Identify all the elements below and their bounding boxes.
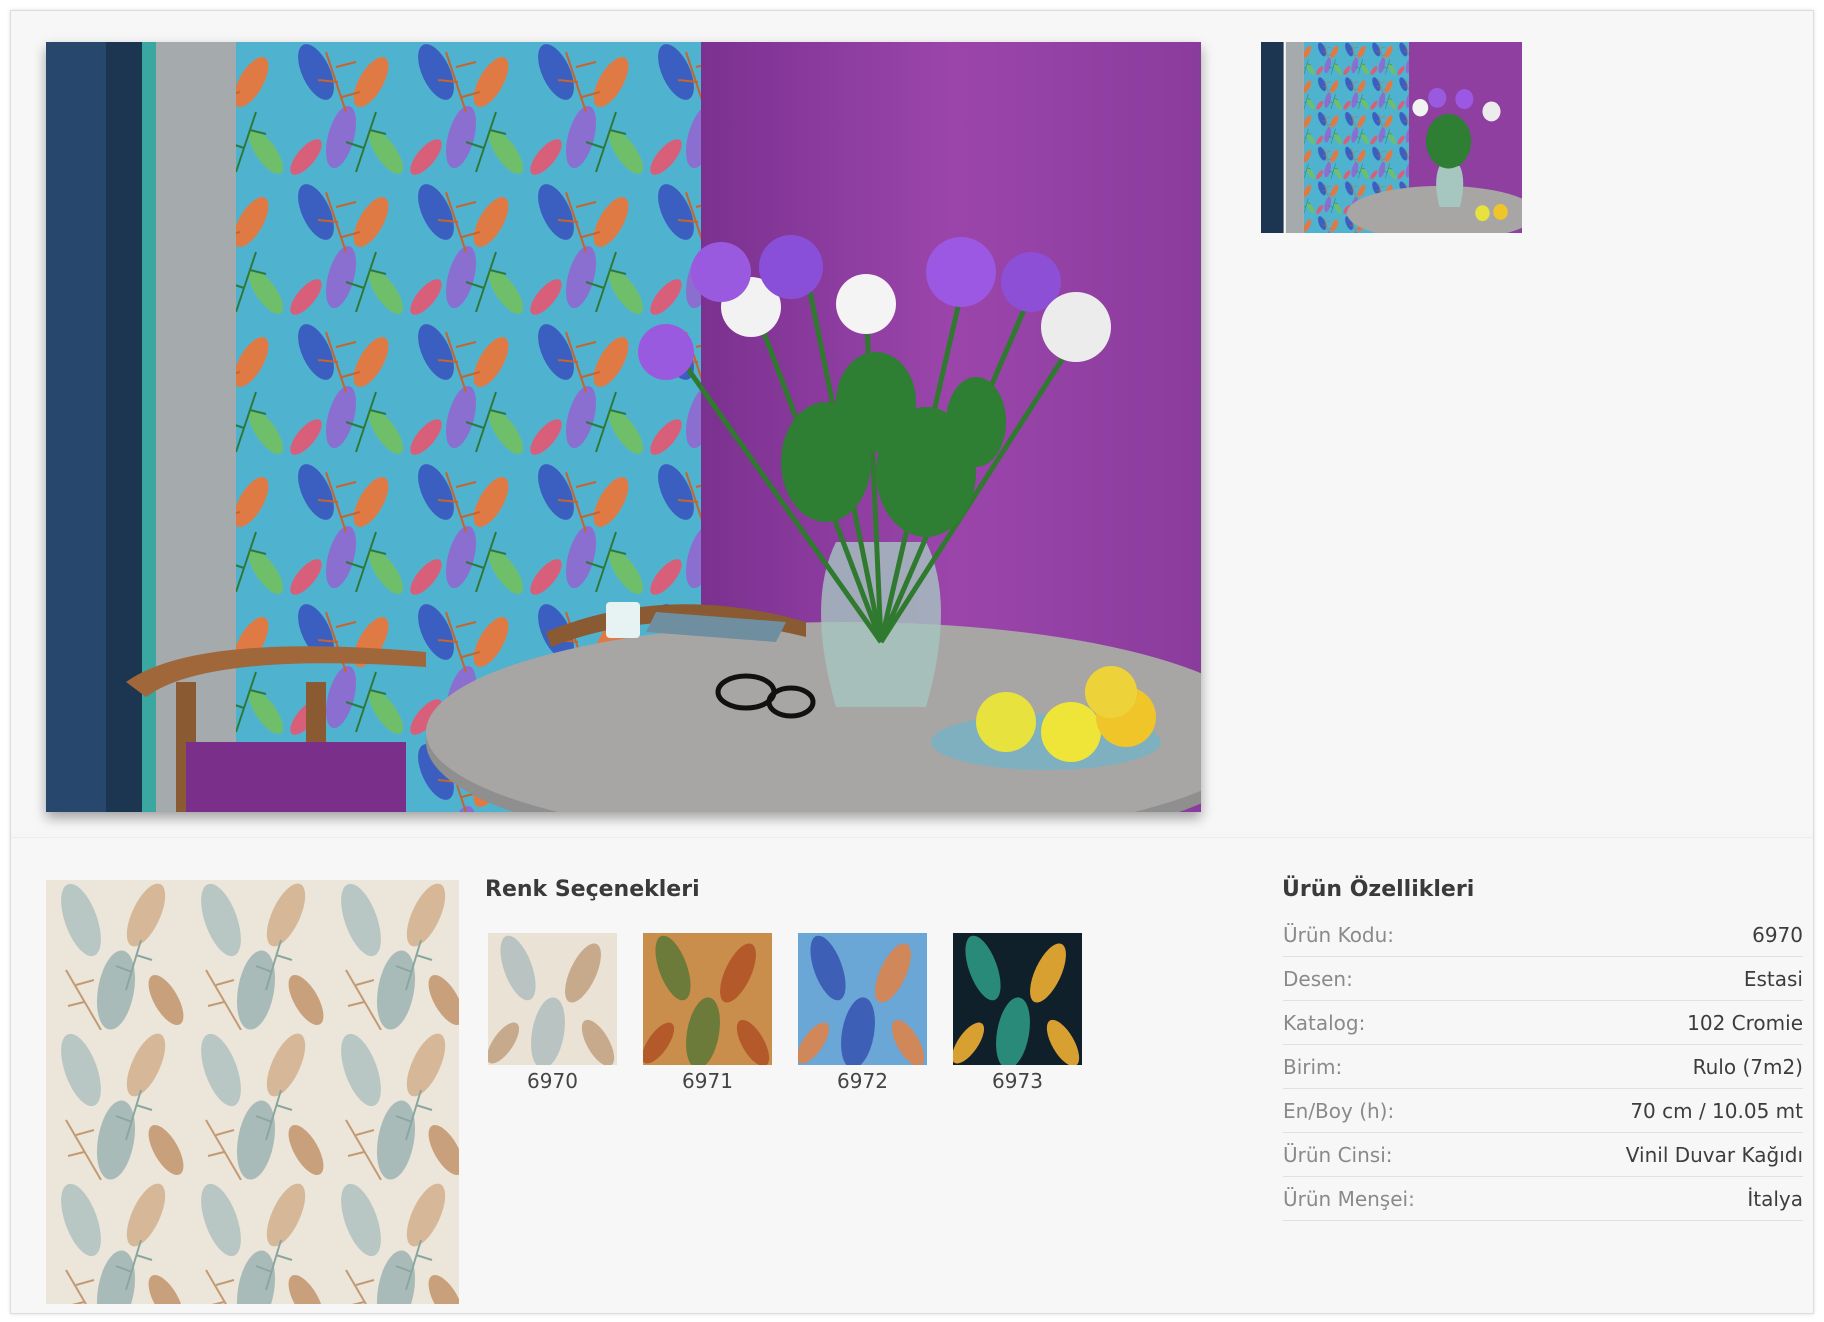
main-product-image[interactable] [46,42,1201,812]
color-option-swatch [643,933,772,1065]
spec-value: Rulo (7m2) [1692,1054,1803,1079]
spec-value: Estasi [1743,966,1803,991]
spec-value: 6970 [1752,922,1803,947]
room-scene-illustration [46,42,1201,812]
color-options-title: Renk Seçenekleri [485,877,700,902]
spec-label: Birim: [1283,1054,1343,1079]
color-option-6972[interactable]: 6972 [798,933,927,1093]
product-page: Renk Seçenekleri 6970 6971 6972 6973 Ürün Ö… [10,10,1814,1314]
spec-value: 102 Cromie [1687,1010,1803,1035]
gallery-thumbnail[interactable] [1261,42,1522,233]
selected-pattern-swatch [46,880,459,1304]
color-option-6970[interactable]: 6970 [488,933,617,1093]
color-option-code: 6970 [527,1069,578,1093]
thumbnail-scene-illustration [1261,42,1522,233]
spec-value: Vinil Duvar Kağıdı [1625,1142,1803,1167]
spec-label: Katalog: [1283,1010,1366,1035]
color-option-code: 6973 [992,1069,1043,1093]
color-option-code: 6971 [682,1069,733,1093]
spec-row: Katalog: 102 Cromie [1283,1001,1803,1045]
spec-row: Ürün Menşei: İtalya [1283,1177,1803,1221]
color-options-list: 6970 6971 6972 6973 [488,933,1082,1093]
spec-row: En/Boy (h): 70 cm / 10.05 mt [1283,1089,1803,1133]
color-option-swatch [953,933,1082,1065]
product-specs-table: Ürün Kodu: 6970 Desen: Estasi Katalog: 102 Cr… [1283,913,1803,1221]
spec-row: Desen: Estasi [1283,957,1803,1001]
color-option-6973[interactable]: 6973 [953,933,1082,1093]
spec-label: Ürün Kodu: [1283,922,1395,947]
spec-value: 70 cm / 10.05 mt [1630,1098,1803,1123]
color-option-swatch [798,933,927,1065]
spec-row: Birim: Rulo (7m2) [1283,1045,1803,1089]
color-option-swatch [488,933,617,1065]
section-divider [11,837,1813,838]
pattern-illustration [46,880,459,1304]
color-option-6971[interactable]: 6971 [643,933,772,1093]
spec-label: Desen: [1283,966,1353,991]
spec-row: Ürün Cinsi: Vinil Duvar Kağıdı [1283,1133,1803,1177]
product-specs-title: Ürün Özellikleri [1282,877,1475,902]
spec-label: En/Boy (h): [1283,1098,1395,1123]
spec-value: İtalya [1747,1186,1803,1211]
spec-row: Ürün Kodu: 6970 [1283,913,1803,957]
spec-label: Ürün Menşei: [1283,1186,1415,1211]
color-option-code: 6972 [837,1069,888,1093]
spec-label: Ürün Cinsi: [1283,1142,1393,1167]
